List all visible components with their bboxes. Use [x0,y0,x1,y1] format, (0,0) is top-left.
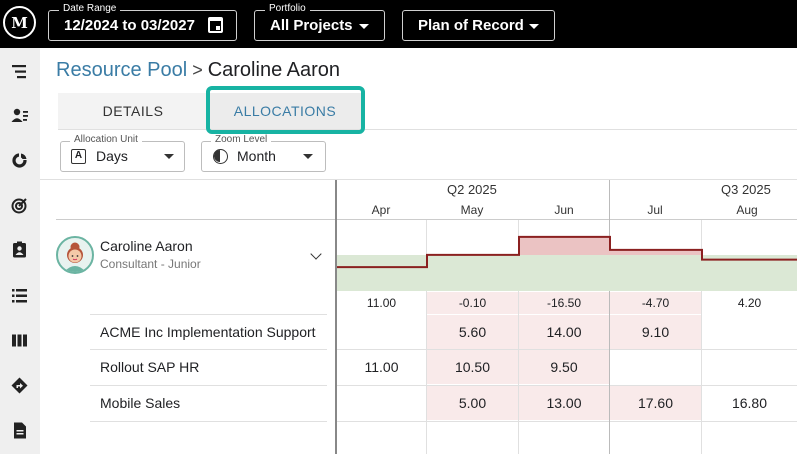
breadcrumb-separator: > [192,60,203,80]
portfolio-value: All Projects [270,17,353,34]
portfolio-select[interactable]: Portfolio All Projects [254,2,385,41]
app-logo[interactable]: M [3,6,36,39]
allocation-cell[interactable] [337,386,426,420]
month-label: Apr [371,203,391,217]
allocation-cell[interactable] [610,350,701,384]
resource-name[interactable]: Caroline Aaron [100,238,193,254]
allocation-cell[interactable]: 10.50 [427,350,518,384]
chevron-down-icon [529,24,539,29]
target-icon[interactable] [11,197,28,214]
remaining-capacity-cell: -16.50 [519,292,609,314]
allocation-unit-legend: Allocation Unit [70,134,142,146]
chevron-down-icon [303,154,313,159]
zoom-level-legend: Zoom Level [211,134,272,146]
allocation-cell[interactable]: 9.10 [610,315,701,349]
quarter-label: Q2 2025 [447,182,497,197]
donut-chart-icon[interactable] [11,152,28,169]
columns-icon[interactable] [11,332,28,349]
chevron-down-icon[interactable] [310,248,322,260]
quarter-label: Q3 2025 [721,182,771,197]
tab-bar: DETAILS ALLOCATIONS [58,93,797,130]
directions-icon[interactable] [11,377,28,394]
top-bar: M Date Range 12/2024 to 03/2027 Portfoli… [0,0,797,48]
calendar-icon[interactable] [208,17,223,33]
list-tree-icon[interactable] [11,63,28,80]
zoom-level-select[interactable]: Zoom Level Month [201,134,326,172]
allocation-cell[interactable]: 5.00 [427,386,518,420]
allocation-cell[interactable]: 11.00 [337,350,426,384]
capacity-bar [610,255,702,291]
resource-role: Consultant - Junior [100,257,201,271]
allocation-cell[interactable]: 14.00 [519,315,609,349]
remaining-capacity-cell: 11.00 [366,296,397,310]
month-label: Aug [736,203,758,217]
allocation-cell[interactable]: 16.80 [702,386,797,420]
zoom-level-value: Month [237,148,276,164]
allocation-cell[interactable]: 17.60 [610,386,701,420]
capacity-chart [337,235,797,291]
grid-divider [90,349,327,350]
tab-details[interactable]: DETAILS [58,93,208,129]
remaining-capacity-cell: -4.70 [610,292,701,314]
grid-divider [90,421,327,422]
remaining-capacity-cell: -0.10 [427,292,518,314]
time-zoom-icon [213,149,228,164]
allocation-cell[interactable] [337,315,426,349]
sidebar [0,48,40,454]
month-label: May [460,203,484,217]
allocation-cell[interactable]: 13.00 [519,386,609,420]
date-range-picker[interactable]: Date Range 12/2024 to 03/2027 [48,2,237,41]
breadcrumb-resource-pool-link[interactable]: Resource Pool [56,59,187,81]
project-name[interactable]: Rollout SAP HR [100,359,199,375]
month-label: Jul [647,203,663,217]
plan-select[interactable]: Plan of Record [402,10,555,41]
remaining-capacity-cell: 4.20 [737,296,762,310]
chevron-down-icon [359,24,369,29]
grid-divider [90,314,327,315]
avatar-face-icon [64,242,86,272]
clipboard-user-icon[interactable] [11,241,28,258]
date-range-value: 12/2024 to 03/2027 [64,17,195,34]
chevron-down-icon [164,154,174,159]
grid-divider [337,421,797,422]
list-icon[interactable] [11,287,28,304]
allocation-unit-select[interactable]: Allocation Unit A Days [60,134,185,172]
capacity-bar [337,255,427,291]
allocation-unit-value: Days [96,148,128,164]
tab-focus-highlight [206,86,365,134]
allocation-cell[interactable] [702,315,797,349]
user-list-icon[interactable] [11,107,28,124]
date-range-legend: Date Range [59,2,121,16]
breadcrumb: Resource Pool > Caroline Aaron [56,59,340,82]
plan-value: Plan of Record [418,17,524,34]
allocation-cell[interactable]: 5.60 [427,315,518,349]
overallocation-bar [519,236,610,255]
letter-a-icon: A [71,149,86,164]
month-label: Jun [554,203,574,217]
capacity-bar [427,255,519,291]
allocation-cell[interactable]: 9.50 [519,350,609,384]
project-name[interactable]: Mobile Sales [100,395,180,411]
document-icon[interactable] [11,422,28,439]
page-title: Caroline Aaron [207,59,341,81]
allocation-cell[interactable] [702,350,797,384]
project-name[interactable]: ACME Inc Implementation Support [100,324,316,340]
capacity-bar [519,255,610,291]
grid-divider [40,179,797,180]
portfolio-legend: Portfolio [265,2,310,16]
avatar [56,236,94,274]
grid-divider [90,385,327,386]
